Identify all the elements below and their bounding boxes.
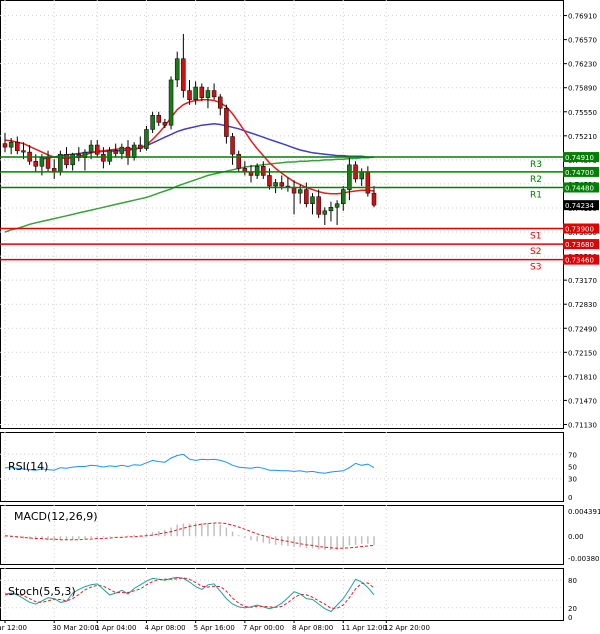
candle-body	[125, 146, 131, 159]
time-axis-label: 8 Apr 08:00	[292, 624, 333, 632]
level-price-tag: 0.74910	[565, 154, 594, 162]
level-price-tag: 0.73680	[565, 241, 594, 249]
price-axis-label: 0.76910	[568, 13, 597, 21]
time-axis-label: 1 Apr 04:00	[95, 624, 136, 632]
rsi-axis-label: 50	[568, 464, 577, 472]
candle-body	[33, 161, 38, 167]
candle-body	[150, 115, 155, 130]
candle-body	[144, 129, 149, 149]
candle-body	[347, 164, 352, 190]
candle-body	[322, 210, 328, 215]
candle-body	[365, 171, 371, 194]
level-name-s1: S1	[530, 232, 541, 242]
price-axis-label: 0.75210	[568, 133, 597, 141]
rsi-axis-label: 70	[568, 451, 577, 459]
candle-body	[156, 115, 161, 123]
level-price-tag: 0.74480	[565, 184, 594, 192]
price-axis-label: 0.71470	[568, 397, 597, 405]
candle-body	[273, 182, 278, 187]
candle-body	[168, 79, 174, 126]
candle-body	[39, 157, 45, 167]
candle-body	[279, 182, 284, 187]
candle-body	[138, 144, 143, 149]
price-axis-label: 0.75550	[568, 109, 597, 117]
level-price-tag: 0.73900	[565, 226, 594, 234]
candle-body	[70, 153, 75, 166]
time-axis-label: 4 Apr 08:00	[144, 624, 185, 632]
candle-body	[21, 150, 26, 153]
chart-svg: 0.76910 0.76570 0.76230 0.75890 0.75550 0.752…	[0, 0, 600, 634]
candle-body	[316, 196, 321, 215]
price-axis-label: 0.72830	[568, 301, 597, 309]
candle-body	[15, 141, 20, 151]
candle-body	[291, 187, 297, 194]
candle-body	[181, 58, 186, 91]
level-name-r3: R3	[530, 160, 542, 170]
candle-body	[131, 144, 137, 159]
candle-body	[162, 122, 168, 126]
time-axis-label: 27 Mar 12:00	[0, 624, 27, 632]
stoch-axis-label: 0	[568, 614, 572, 622]
price-axis-label: 0.71810	[568, 373, 597, 381]
macd-axis-label: 0.004391	[568, 508, 600, 516]
current-price-tag: 0.74234	[565, 202, 594, 210]
candle-body	[205, 90, 211, 98]
rsi-axis-label: 0	[568, 494, 572, 502]
candle-body	[267, 175, 272, 187]
price-axis-label: 0.75890	[568, 85, 597, 93]
level-name-r1: R1	[530, 190, 542, 200]
candle-body	[64, 153, 69, 166]
candle-body	[371, 192, 377, 206]
candle-body	[328, 207, 334, 212]
price-axis-label: 0.76570	[568, 37, 597, 45]
macd-axis-label: -0.003806	[568, 555, 600, 563]
stoch-axis-label: 80	[568, 577, 577, 585]
time-axis-label: 5 Apr 16:00	[194, 624, 235, 632]
level-price-tag: 0.73460	[565, 257, 594, 265]
candle-body	[254, 165, 260, 176]
candle-body	[341, 189, 346, 204]
level-name-s3: S3	[530, 263, 541, 273]
level-name-r2: R2	[530, 175, 542, 185]
candle-body	[224, 107, 229, 137]
time-axis-label: 12 Apr 20:00	[384, 624, 430, 632]
level-price-tag: 0.74700	[565, 169, 594, 177]
candle-body	[218, 96, 223, 109]
rsi-title: RSI(14)	[8, 460, 48, 473]
rsi-axis-label: 30	[568, 476, 577, 484]
candle-body	[107, 150, 112, 162]
time-axis-label: 30 Mar 20:00	[52, 624, 99, 632]
level-name-s2: S2	[530, 247, 541, 257]
candle-body	[95, 144, 100, 155]
time-axis-label: 7 Apr 00:00	[243, 624, 284, 632]
candle-body	[119, 146, 125, 154]
candle-body	[334, 203, 340, 208]
candle-body	[45, 157, 51, 169]
price-axis-label: 0.76230	[568, 61, 597, 69]
price-axis-label: 0.71130	[568, 421, 597, 429]
candle-body	[187, 90, 192, 100]
candle-body	[88, 144, 94, 153]
candle-body	[174, 58, 180, 81]
candle-body	[304, 189, 309, 204]
candle-body	[8, 141, 14, 148]
candle-body	[261, 165, 266, 176]
candle-body	[199, 86, 205, 98]
price-axis-label: 0.72490	[568, 325, 597, 333]
candle-body	[310, 196, 315, 204]
price-axis-label: 0.72150	[568, 349, 597, 357]
candle-body	[193, 86, 198, 100]
candle-body	[211, 90, 217, 98]
price-axis-label: 0.73170	[568, 277, 597, 285]
candle-body	[2, 143, 8, 148]
macd-title: MACD(12,26,9)	[14, 510, 98, 523]
time-axis-label: 11 Apr 12:00	[341, 624, 387, 632]
macd-axis-label: 0.00	[568, 533, 584, 541]
stoch-axis-label: 20	[568, 605, 577, 613]
candle-body	[297, 189, 303, 194]
candle-body	[359, 171, 364, 180]
candle-body	[230, 136, 235, 155]
candle-body	[113, 150, 118, 154]
stoch-title: Stoch(5,5,3)	[8, 585, 76, 598]
